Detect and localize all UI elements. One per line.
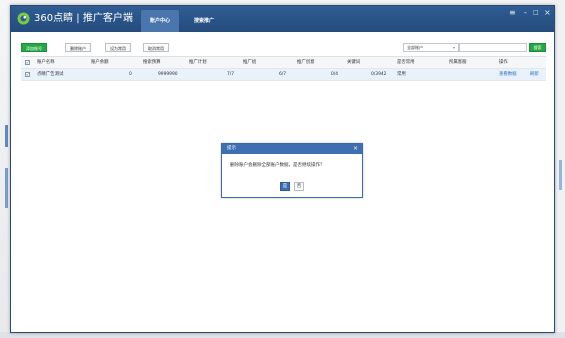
dialog-title-text: 提示 — [227, 146, 236, 151]
logo-icon — [17, 12, 30, 25]
close-icon[interactable]: × — [544, 9, 551, 17]
desktop-strip — [559, 160, 562, 190]
maximize-icon[interactable]: □ — [533, 9, 539, 17]
menu-icon[interactable]: ≡ — [509, 9, 516, 17]
desktop-strip — [5, 168, 8, 208]
confirm-yes-button[interactable]: 是 — [280, 182, 290, 191]
confirm-dialog: 提示 × 删除账户会删除全部账户数据，是否继续操作？ 是 否 — [221, 143, 363, 198]
minimize-icon[interactable]: - — [524, 9, 527, 17]
dialog-message: 删除账户会删除全部账户数据，是否继续操作？ — [230, 163, 325, 168]
app-title: 360点睛 | 推广客户端 — [34, 13, 133, 24]
confirm-no-button[interactable]: 否 — [294, 182, 304, 191]
dialog-title[interactable]: 提示 × — [222, 144, 362, 154]
desktop-strip — [5, 125, 8, 147]
desktop-left-edge — [0, 0, 9, 338]
tab-account-center[interactable]: 账户中心 — [141, 10, 179, 32]
close-icon[interactable]: × — [353, 144, 358, 154]
app-window: 360点睛 | 推广客户端 账户中心 搜索推广 ≡ - □ × 添加账号 删除账… — [10, 5, 555, 333]
tab-search-promotion[interactable]: 搜索推广 — [187, 10, 221, 32]
title-bar[interactable]: 360点睛 | 推广客户端 账户中心 搜索推广 ≡ - □ × — [11, 6, 554, 32]
desktop-right-edge — [555, 0, 565, 338]
